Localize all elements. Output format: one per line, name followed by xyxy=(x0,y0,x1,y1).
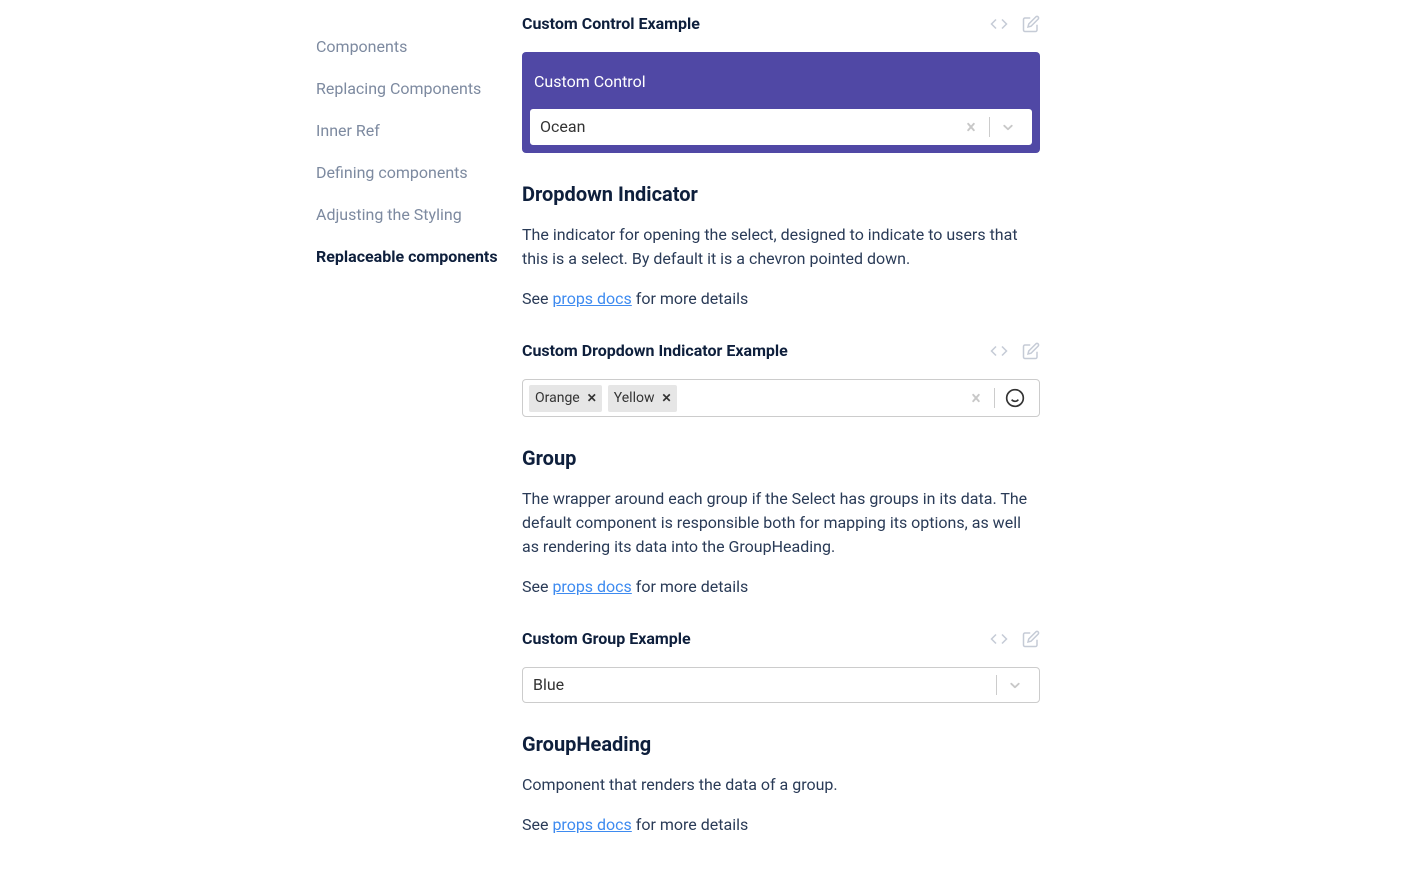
smiley-icon[interactable] xyxy=(997,382,1033,414)
example-title: Custom Dropdown Indicator Example xyxy=(522,339,788,363)
sidebar-item-defining-components[interactable]: Defining components xyxy=(316,152,500,194)
example-title: Custom Group Example xyxy=(522,627,691,651)
body-group: The wrapper around each group if the Sel… xyxy=(522,487,1040,559)
multi-select-colors[interactable]: Orange ✕ Yellow ✕ xyxy=(522,379,1040,417)
sidebar-item-components[interactable]: Components xyxy=(316,26,500,68)
props-docs-link[interactable]: props docs xyxy=(552,815,631,834)
example-header: Custom Dropdown Indicator Example xyxy=(522,339,1040,363)
select-control-ocean[interactable]: Ocean xyxy=(529,108,1033,146)
clear-icon[interactable] xyxy=(955,113,987,141)
props-docs-link[interactable]: props docs xyxy=(552,289,631,308)
sidebar-item-adjusting-styling[interactable]: Adjusting the Styling xyxy=(316,194,500,236)
heading-group: Group xyxy=(522,443,1040,473)
example-title: Custom Control Example xyxy=(522,12,700,36)
example-header: Custom Control Example xyxy=(522,12,1040,36)
tag-orange: Orange ✕ xyxy=(529,385,602,412)
tag-list: Orange ✕ Yellow ✕ xyxy=(529,383,960,414)
indicator-separator xyxy=(989,117,990,137)
select-indicators xyxy=(994,671,1031,699)
chevron-down-icon[interactable] xyxy=(999,671,1031,699)
sidebar-item-replaceable-components[interactable]: Replaceable components xyxy=(316,236,500,278)
close-icon[interactable]: ✕ xyxy=(583,386,602,410)
sidebar-nav: Components Replacing Components Inner Re… xyxy=(0,0,500,837)
page-container: Components Replacing Components Inner Re… xyxy=(0,0,1407,837)
indicator-separator xyxy=(994,388,995,408)
see-suffix: for more details xyxy=(632,289,748,308)
heading-dropdown-indicator: Dropdown Indicator xyxy=(522,179,1040,209)
tag-label: Yellow xyxy=(608,385,658,412)
props-docs-link[interactable]: props docs xyxy=(552,577,631,596)
see-prefix: See xyxy=(522,815,552,834)
select-indicators xyxy=(955,113,1024,141)
tag-label: Orange xyxy=(529,385,583,412)
code-icon[interactable] xyxy=(990,342,1008,360)
panel-label: Custom Control xyxy=(529,70,1033,94)
main-content: Custom Control Example Custom Control Oc… xyxy=(500,0,1040,837)
example-actions xyxy=(990,15,1040,33)
code-icon[interactable] xyxy=(990,15,1008,33)
code-icon[interactable] xyxy=(990,630,1008,648)
clear-icon[interactable] xyxy=(960,384,992,412)
close-icon[interactable]: ✕ xyxy=(658,386,677,410)
edit-icon[interactable] xyxy=(1022,15,1040,33)
select-control-blue[interactable]: Blue xyxy=(522,667,1040,703)
see-line: See props docs for more details xyxy=(522,287,1040,311)
chevron-down-icon[interactable] xyxy=(992,113,1024,141)
sidebar-item-replacing-components[interactable]: Replacing Components xyxy=(316,68,500,110)
example-actions xyxy=(990,342,1040,360)
indicator-separator xyxy=(996,675,997,695)
example-actions xyxy=(990,630,1040,648)
body-group-heading: Component that renders the data of a gro… xyxy=(522,773,1040,797)
example-header: Custom Group Example xyxy=(522,627,1040,651)
edit-icon[interactable] xyxy=(1022,342,1040,360)
tag-yellow: Yellow ✕ xyxy=(608,385,677,412)
see-line: See props docs for more details xyxy=(522,575,1040,599)
sidebar-item-inner-ref[interactable]: Inner Ref xyxy=(316,110,500,152)
heading-group-heading: GroupHeading xyxy=(522,729,1040,759)
edit-icon[interactable] xyxy=(1022,630,1040,648)
see-suffix: for more details xyxy=(632,577,748,596)
select-indicators xyxy=(960,382,1033,414)
see-prefix: See xyxy=(522,577,552,596)
custom-control-panel: Custom Control Ocean xyxy=(522,52,1040,153)
see-prefix: See xyxy=(522,289,552,308)
select-value: Ocean xyxy=(540,115,955,139)
select-value: Blue xyxy=(533,673,994,697)
body-dropdown-indicator: The indicator for opening the select, de… xyxy=(522,223,1040,271)
see-suffix: for more details xyxy=(632,815,748,834)
see-line: See props docs for more details xyxy=(522,813,1040,837)
